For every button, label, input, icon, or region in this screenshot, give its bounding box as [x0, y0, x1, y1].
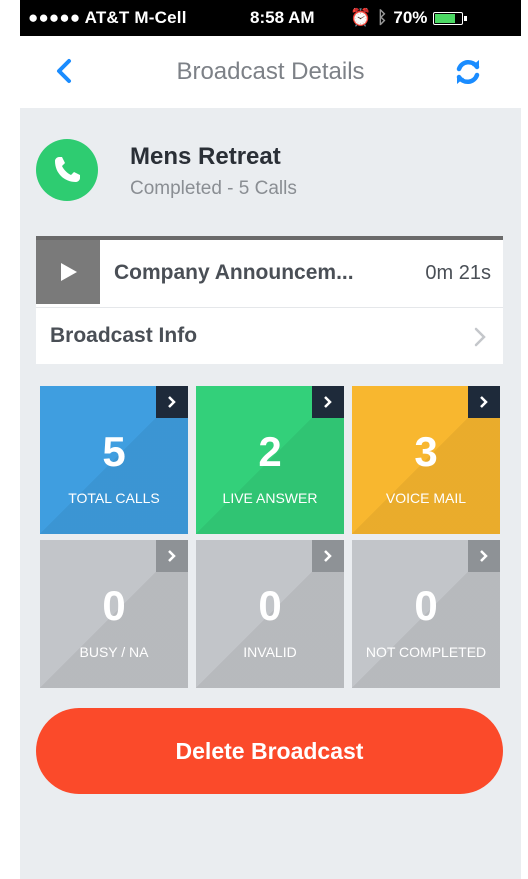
tile-busy-na[interactable]: 0 BUSY / NA: [40, 540, 188, 688]
status-time: 8:58 AM: [250, 8, 315, 27]
tile-label: NOT COMPLETED: [365, 644, 487, 660]
tile-not-completed[interactable]: 0 NOT COMPLETED: [352, 540, 500, 688]
chevron-right-icon: [312, 386, 344, 418]
tile-live-answer[interactable]: 2 LIVE ANSWER: [196, 386, 344, 534]
chevron-right-icon: [312, 540, 344, 572]
play-button[interactable]: [36, 240, 100, 304]
tile-value: 0: [102, 582, 126, 629]
carrier-label: ●●●●● AT&T M-Cell: [28, 8, 187, 27]
chevron-right-icon: [468, 386, 500, 418]
page-title: Broadcast Details: [176, 58, 365, 85]
tile-label: INVALID: [243, 644, 297, 660]
audio-name: Company Announcem...: [114, 261, 354, 284]
tile-invalid[interactable]: 0 INVALID: [196, 540, 344, 688]
tile-total-calls[interactable]: 5 TOTAL CALLS: [40, 386, 188, 534]
chevron-right-icon: [468, 540, 500, 572]
chevron-right-icon: [156, 386, 188, 418]
broadcast-info-label: Broadcast Info: [50, 324, 198, 347]
tile-label: LIVE ANSWER: [222, 490, 318, 506]
phone-icon: [36, 139, 98, 201]
app-screen: ●●●●● AT&T M-Cell 8:58 AM ⏰ ᛒ 70% Broadc…: [20, 0, 521, 879]
status-right: ⏰ ᛒ 70%: [350, 8, 468, 28]
refresh-icon: [456, 59, 480, 85]
battery-icon: [433, 11, 468, 25]
delete-broadcast-button[interactable]: Delete Broadcast: [36, 708, 503, 794]
broadcast-name: Mens Retreat: [130, 143, 281, 170]
audio-card: Company Announcem... 0m 21s Broadcast In…: [36, 236, 503, 364]
alarm-icon: ⏰: [350, 8, 372, 27]
audio-duration: 0m 21s: [425, 262, 491, 284]
nav-bar: Broadcast Details: [20, 36, 521, 108]
chevron-right-icon: [156, 540, 188, 572]
tile-value: 5: [102, 428, 126, 475]
bluetooth-icon: ᛒ: [377, 8, 388, 27]
tile-label: BUSY / NA: [79, 644, 149, 660]
broadcast-info-row[interactable]: Broadcast Info: [36, 308, 503, 364]
battery-percent: 70%: [393, 8, 428, 27]
tile-value: 0: [258, 582, 282, 629]
refresh-button[interactable]: [450, 54, 486, 90]
chevron-right-icon: [474, 327, 486, 347]
tile-value: 2: [258, 428, 282, 475]
play-icon: [61, 263, 77, 281]
tile-label: TOTAL CALLS: [68, 490, 160, 506]
tile-value: 3: [414, 428, 438, 475]
tile-voice-mail[interactable]: 3 VOICE MAIL: [352, 386, 500, 534]
tile-value: 0: [414, 582, 438, 629]
tile-label: VOICE MAIL: [385, 490, 467, 506]
status-bar: ●●●●● AT&T M-Cell 8:58 AM ⏰ ᛒ 70%: [20, 0, 521, 36]
broadcast-status: Completed - 5 Calls: [130, 178, 297, 199]
